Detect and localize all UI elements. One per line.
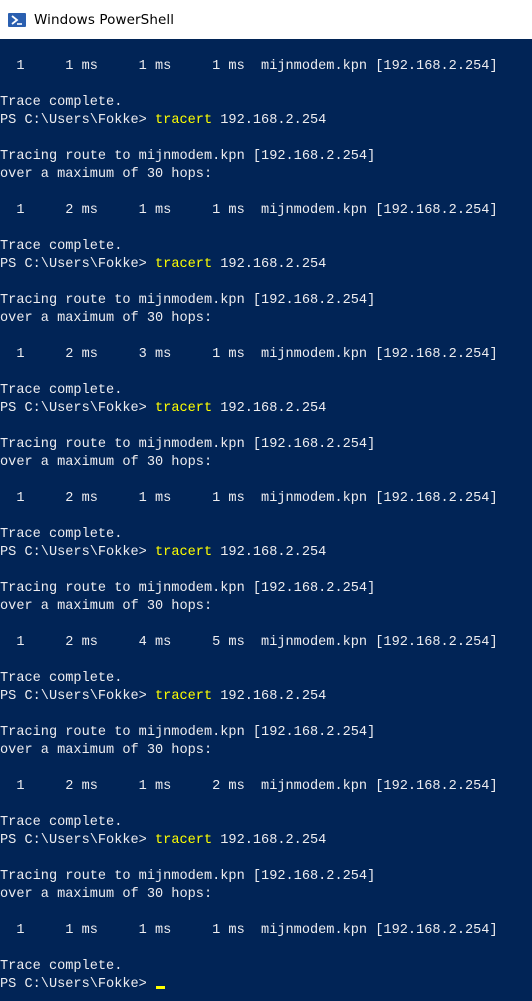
output-line: over a maximum of 30 hops: [0, 743, 213, 758]
output-line: 1 1 ms 1 ms 1 ms mijnmodem.kpn [192.168.… [0, 59, 498, 74]
window-title: Windows PowerShell [34, 11, 175, 28]
output-line: Trace complete. [0, 239, 123, 254]
prompt-text: PS C:\Users\Fokke> [0, 401, 155, 416]
output-line: Tracing route to mijnmodem.kpn [192.168.… [0, 869, 376, 884]
output-line: 1 2 ms 4 ms 5 ms mijnmodem.kpn [192.168.… [0, 635, 498, 650]
output-line: over a maximum of 30 hops: [0, 887, 213, 902]
output-line: Tracing route to mijnmodem.kpn [192.168.… [0, 581, 376, 596]
output-line: over a maximum of 30 hops: [0, 455, 213, 470]
output-line: 1 2 ms 1 ms 2 ms mijnmodem.kpn [192.168.… [0, 779, 498, 794]
command-text: tracert [155, 257, 213, 272]
output-line: over a maximum of 30 hops: [0, 599, 213, 614]
prompt-text: PS C:\Users\Fokke> [0, 113, 155, 128]
output-line: 1 2 ms 3 ms 1 ms mijnmodem.kpn [192.168.… [0, 347, 498, 362]
prompt-text: PS C:\Users\Fokke> [0, 977, 155, 992]
powershell-icon [8, 12, 26, 27]
output-line: Tracing route to mijnmodem.kpn [192.168.… [0, 293, 376, 308]
output-line: 1 2 ms 1 ms 1 ms mijnmodem.kpn [192.168.… [0, 491, 498, 506]
command-args: 192.168.2.254 [212, 545, 327, 560]
powershell-window: Windows PowerShell 1 1 ms 1 ms 1 ms mijn… [0, 0, 532, 1001]
prompt-text: PS C:\Users\Fokke> [0, 689, 155, 704]
prompt-line: PS C:\Users\Fokke> tracert 192.168.2.254 [0, 256, 532, 274]
output-line: 1 2 ms 1 ms 1 ms mijnmodem.kpn [192.168.… [0, 203, 498, 218]
command-args: 192.168.2.254 [212, 401, 327, 416]
command-text: tracert [155, 401, 213, 416]
output-line: Trace complete. [0, 815, 123, 830]
command-text: tracert [155, 689, 213, 704]
output-line: over a maximum of 30 hops: [0, 311, 213, 326]
prompt-line: PS C:\Users\Fokke> tracert 192.168.2.254 [0, 832, 532, 850]
command-args: 192.168.2.254 [212, 257, 327, 272]
prompt-text: PS C:\Users\Fokke> [0, 833, 155, 848]
command-text: tracert [155, 545, 213, 560]
prompt-line: PS C:\Users\Fokke> tracert 192.168.2.254 [0, 544, 532, 562]
output-line: Tracing route to mijnmodem.kpn [192.168.… [0, 725, 376, 740]
output-line: 1 1 ms 1 ms 1 ms mijnmodem.kpn [192.168.… [0, 923, 498, 938]
prompt-text: PS C:\Users\Fokke> [0, 545, 155, 560]
output-line: Trace complete. [0, 527, 123, 542]
command-args: 192.168.2.254 [212, 689, 327, 704]
command-args: 192.168.2.254 [212, 113, 327, 128]
command-text: tracert [155, 113, 213, 128]
prompt-text: PS C:\Users\Fokke> [0, 257, 155, 272]
command-args: 192.168.2.254 [212, 833, 327, 848]
output-line: over a maximum of 30 hops: [0, 167, 213, 182]
prompt-line: PS C:\Users\Fokke> tracert 192.168.2.254 [0, 112, 532, 130]
text-cursor [156, 986, 165, 989]
output-line: Trace complete. [0, 383, 123, 398]
output-line: Trace complete. [0, 959, 123, 974]
prompt-line: PS C:\Users\Fokke> tracert 192.168.2.254 [0, 400, 532, 418]
command-text: tracert [155, 833, 213, 848]
output-line: Trace complete. [0, 671, 123, 686]
console-output[interactable]: 1 1 ms 1 ms 1 ms mijnmodem.kpn [192.168.… [0, 58, 532, 1001]
output-line: Tracing route to mijnmodem.kpn [192.168.… [0, 149, 376, 164]
prompt-line: PS C:\Users\Fokke> [0, 976, 532, 994]
title-bar[interactable]: Windows PowerShell [0, 0, 532, 39]
output-line: Trace complete. [0, 95, 123, 110]
prompt-line: PS C:\Users\Fokke> tracert 192.168.2.254 [0, 688, 532, 706]
output-line: Tracing route to mijnmodem.kpn [192.168.… [0, 437, 376, 452]
